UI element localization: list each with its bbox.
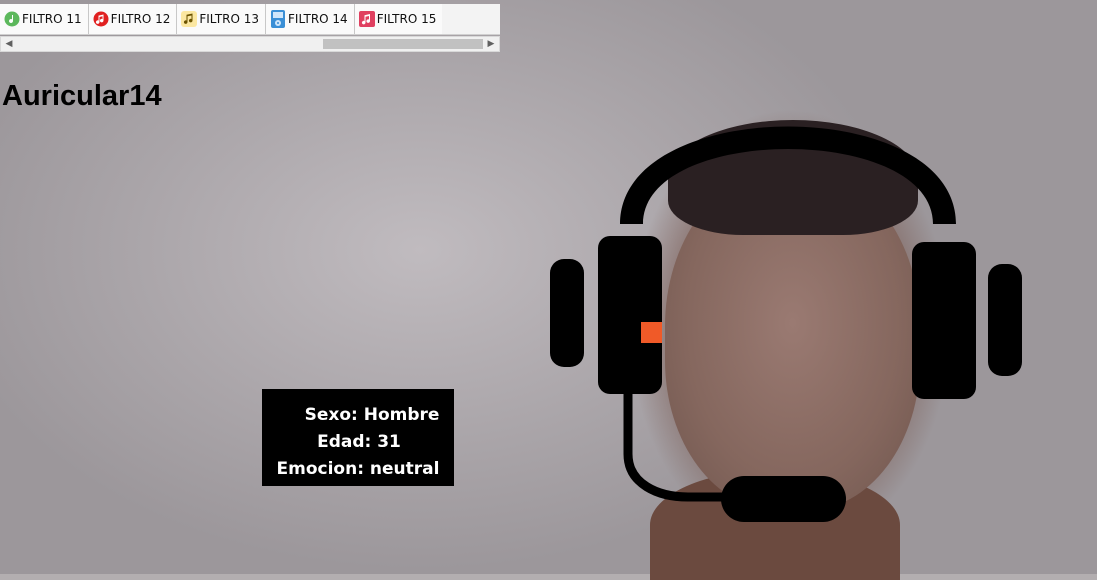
analysis-info-box: Sexo: Hombre Edad: 31 Emocion: neutral (262, 389, 454, 486)
left-outer-earpiece (550, 259, 584, 367)
microphone (721, 476, 846, 522)
headband (620, 126, 956, 224)
page-title: Auricular14 (2, 80, 162, 112)
tab-filtro-11[interactable]: FILTRO 11 (0, 4, 89, 34)
tab-label: FILTRO 15 (376, 12, 437, 26)
sexo-label: Sexo: Hombre (304, 405, 440, 425)
left-earcup (598, 236, 662, 394)
right-earcup (912, 242, 976, 399)
red-music-note-icon (93, 11, 109, 27)
microphone-boom (623, 387, 733, 502)
tab-label: FILTRO 12 (110, 12, 171, 26)
tab-label: FILTRO 14 (288, 12, 348, 26)
tab-filtro-14[interactable]: FILTRO 14 (266, 4, 355, 34)
yellow-music-notes-icon (181, 11, 198, 27)
tab-filtro-12[interactable]: FILTRO 12 (88, 4, 178, 34)
scroll-left-arrow-icon[interactable]: ◀ (2, 37, 16, 51)
indicator-light (641, 322, 662, 343)
emocion-label: Emocion: neutral (276, 459, 440, 479)
media-player-icon (270, 10, 286, 28)
filter-tab-strip: FILTRO 11 FILTRO 12 FILTRO 13 FILTRO 14 … (0, 4, 500, 35)
music-file-icon (358, 11, 375, 27)
tab-filtro-15[interactable]: FILTRO 15 (354, 4, 443, 34)
scroll-right-arrow-icon[interactable]: ▶ (484, 37, 498, 51)
horizontal-scrollbar[interactable]: ◀ ▶ (0, 36, 500, 52)
right-outer-earpiece (988, 264, 1022, 376)
tab-filtro-13[interactable]: FILTRO 13 (177, 4, 267, 34)
tab-label: FILTRO 11 (22, 12, 82, 26)
edad-label: Edad: 31 (317, 432, 401, 452)
scrollbar-thumb[interactable] (323, 39, 483, 49)
headset-filter-overlay (550, 126, 1022, 522)
tab-label: FILTRO 13 (199, 12, 260, 26)
green-music-note-icon (4, 11, 20, 27)
